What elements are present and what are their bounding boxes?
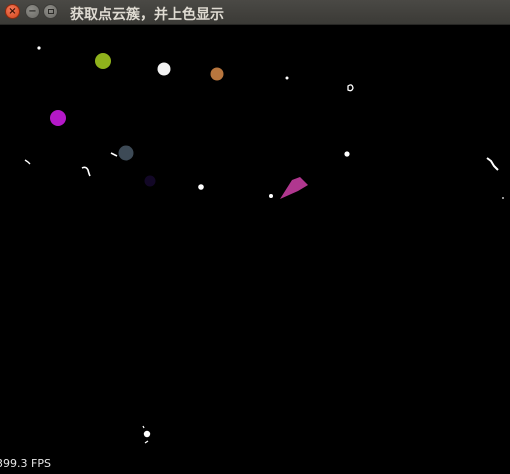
minimize-button[interactable]: − xyxy=(25,4,40,19)
app-window: × − 获取点云簇，并上色显示 399.3 FPS xyxy=(0,0,510,474)
point-cluster xyxy=(347,84,354,92)
fps-counter: 399.3 FPS xyxy=(0,457,51,470)
point-cluster xyxy=(143,430,151,438)
minimize-icon: − xyxy=(28,5,37,17)
title-bar[interactable]: × − 获取点云簇，并上色显示 xyxy=(0,0,510,25)
point-cluster xyxy=(502,197,504,199)
dark-purple-cluster xyxy=(144,175,156,187)
maximize-icon xyxy=(47,9,54,14)
point-cluster xyxy=(110,152,118,157)
point-cluster xyxy=(198,184,204,190)
window-title: 获取点云簇，并上色显示 xyxy=(70,7,224,23)
white-cluster xyxy=(157,62,171,76)
point-cluster xyxy=(486,157,499,171)
pink-cluster xyxy=(280,177,308,199)
point-cluster xyxy=(37,46,41,50)
orange-cluster xyxy=(210,67,224,81)
point-cluster xyxy=(269,194,273,198)
point-cluster xyxy=(344,151,350,157)
close-icon: × xyxy=(8,5,17,17)
close-button[interactable]: × xyxy=(5,4,20,19)
point-cluster xyxy=(24,159,31,165)
white-specks xyxy=(24,46,504,444)
point-cloud-viewport[interactable]: 399.3 FPS xyxy=(0,25,510,474)
magenta-cluster xyxy=(50,110,66,126)
point-cluster xyxy=(81,166,91,177)
point-cloud-canvas[interactable] xyxy=(0,25,510,474)
slate-cluster xyxy=(118,145,134,161)
point-cluster xyxy=(285,76,289,80)
maximize-button[interactable] xyxy=(43,4,58,19)
olive-cluster xyxy=(95,53,111,69)
